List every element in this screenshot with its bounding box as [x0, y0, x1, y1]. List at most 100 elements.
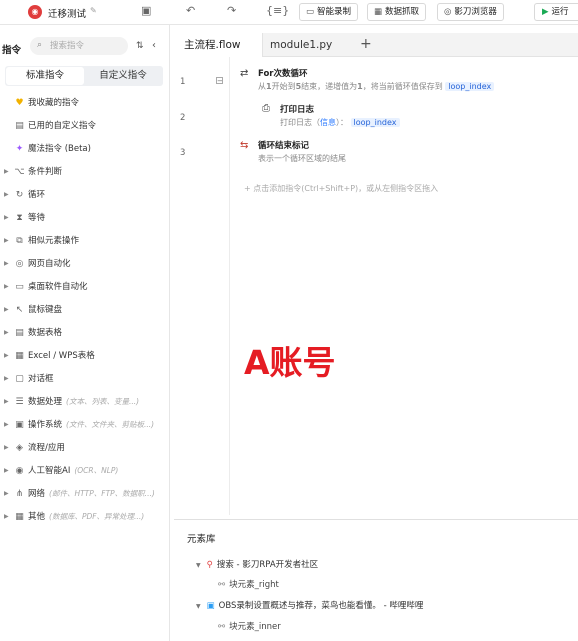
app-logo-icon: ◉: [28, 5, 42, 19]
sidebar-item-similar-elements[interactable]: ▶ ⧉ 相似元素操作: [0, 231, 168, 251]
sidebar-item-mouse-keyboard[interactable]: ▶ ↖ 鼠标键盘: [0, 300, 168, 320]
add-tab-icon[interactable]: +: [360, 36, 372, 52]
undo-icon[interactable]: ↶: [186, 4, 195, 17]
sidebar-item-excel[interactable]: ▶ ▦ Excel / WPS表格: [0, 346, 168, 366]
browser-button[interactable]: ◎ 影刀浏览器: [437, 3, 504, 21]
printer-icon: ⎙: [262, 103, 270, 114]
sidebar-item-ai[interactable]: ▶ ◉ 人工智能AI (OCR、NLP): [0, 461, 168, 481]
sidebar-item-wait[interactable]: ▶ ⧗ 等待: [0, 208, 168, 228]
tab-standard-commands[interactable]: 标准指令: [6, 67, 84, 85]
element-icon: ⚯: [218, 622, 226, 632]
expand-arrow-icon: ▶: [4, 352, 9, 359]
collapse-sidebar-icon[interactable]: ‹: [152, 40, 156, 51]
element-item[interactable]: ⚯ 块元素_inner: [218, 620, 281, 632]
log-node-desc[interactable]: 打印日志（信息）： loop_index: [280, 117, 400, 128]
pin-icon: ⚲: [206, 560, 213, 570]
variables-icon[interactable]: {≡}: [266, 4, 289, 17]
excel-icon: ▦: [15, 351, 24, 361]
search-input[interactable]: [50, 39, 122, 52]
add-command-hint[interactable]: + 点击添加指令(Ctrl+Shift+P)，或从左侧指令区拖入: [244, 183, 438, 194]
sidebar-item-used-custom[interactable]: ▤ 已用的自定义指令: [0, 116, 168, 136]
sidebar-item-web-automation[interactable]: ▶ ◎ 网页自动化: [0, 254, 168, 274]
loop-end-node-desc[interactable]: 表示一个循环区域的结尾: [258, 153, 346, 164]
loop-icon: ⇄: [240, 68, 249, 79]
expand-arrow-icon: ▶: [4, 260, 9, 267]
run-button[interactable]: ▶ 运行: [534, 3, 578, 21]
calendar-icon: ▤: [15, 121, 24, 131]
redo-icon[interactable]: ↷: [227, 4, 236, 17]
share-icon: ⋔: [15, 489, 24, 499]
expand-arrow-icon: ▶: [4, 513, 9, 520]
editor-tabs: 主流程.flow module1.py +: [174, 33, 578, 57]
expand-arrow-icon: ▶: [4, 191, 9, 198]
sidebar-item-dialog[interactable]: ▶ ▢ 对话框: [0, 369, 168, 389]
fold-toggle-icon[interactable]: −: [216, 77, 223, 85]
sidebar-item-desktop-automation[interactable]: ▶ ▭ 桌面软件自动化: [0, 277, 168, 297]
expand-arrow-icon: ▶: [4, 237, 9, 244]
expand-arrow-icon: ▶: [4, 421, 9, 428]
sidebar-item-magic[interactable]: ✦ 魔法指令 (Beta): [0, 139, 168, 159]
expand-arrow-icon: ▶: [4, 375, 9, 382]
edit-title-icon[interactable]: ✎: [90, 6, 97, 15]
sidebar-title: 指令: [2, 45, 22, 56]
line-number: 2: [180, 113, 186, 123]
command-tabs: 标准指令 自定义指令: [5, 66, 163, 86]
folder-icon: ▣: [15, 420, 24, 430]
save-icon[interactable]: ▣: [141, 4, 151, 17]
data-capture-button[interactable]: ▦ 数据抓取: [367, 3, 427, 21]
loop-end-node-title[interactable]: 循环结束标记: [258, 139, 309, 151]
expand-arrow-icon: ▶: [4, 306, 9, 313]
element-library-panel: 元素库 ▼ ⚲ 搜索 - 影刀RPA开发者社区 ⚯ 块元素_right ▼ ▣ OBS录制…: [174, 519, 578, 641]
globe-icon: ◎: [15, 259, 24, 269]
chevron-down-icon: ▼: [196, 562, 201, 569]
line-number: 3: [180, 148, 186, 158]
dialog-icon: ▢: [15, 374, 24, 384]
chevron-down-icon: ▼: [196, 603, 201, 610]
tab-module1[interactable]: module1.py: [260, 33, 342, 57]
search-icon: ⌕: [37, 40, 43, 50]
sidebar-item-data-processing[interactable]: ▶ ☰ 数据处理 (文本、列表、变量...): [0, 392, 168, 412]
tab-custom-commands[interactable]: 自定义指令: [84, 67, 162, 85]
element-group[interactable]: ▼ ▣ OBS录制设置概述与推荐，菜鸟也能看懂。 - 哔哩哔哩: [196, 599, 423, 611]
loop-icon: ↻: [15, 190, 24, 200]
sidebar-item-favorites[interactable]: ♥ 我收藏的指令: [0, 93, 168, 113]
sidebar-item-data-table[interactable]: ▶ ▤ 数据表格: [0, 323, 168, 343]
variable-chip: loop_index: [350, 118, 400, 127]
expand-arrow-icon: ▶: [4, 398, 9, 405]
smart-record-button[interactable]: ▭ 智能录制: [299, 3, 359, 21]
sidebar-item-loop[interactable]: ▶ ↻ 循环: [0, 185, 168, 205]
database-icon: ☰: [15, 397, 24, 407]
tab-main-flow[interactable]: 主流程.flow: [174, 33, 263, 57]
variable-chip: loop_index: [445, 82, 495, 91]
expand-arrow-icon: ▶: [4, 329, 9, 336]
expand-arrow-icon: ▶: [4, 214, 9, 221]
sidebar-item-os[interactable]: ▶ ▣ 操作系统 (文件、文件夹、剪贴板...): [0, 415, 168, 435]
command-search[interactable]: ⌕: [30, 37, 128, 55]
element-library-title: 元素库: [187, 534, 216, 545]
sidebar-item-network[interactable]: ▶ ⋔ 网络 (邮件、HTTP、FTP、数据职...): [0, 484, 168, 504]
expand-arrow-icon: ▶: [4, 490, 9, 497]
monitor-icon: ▭: [15, 282, 24, 292]
location-pin-icon: ◉: [15, 466, 24, 476]
copy-icon: ⧉: [16, 236, 23, 246]
element-group[interactable]: ▼ ⚲ 搜索 - 影刀RPA开发者社区: [196, 558, 318, 570]
record-icon: ▭: [306, 7, 315, 17]
element-item[interactable]: ⚯ 块元素_right: [218, 578, 279, 590]
line-number: 1: [180, 77, 186, 87]
sidebar-item-flow-app[interactable]: ▶ ◈ 流程/应用: [0, 438, 168, 458]
expand-arrow-icon: ▶: [4, 168, 9, 175]
sidebar-item-condition[interactable]: ▶ ⌥ 条件判断: [0, 162, 168, 182]
flow-editor: 主流程.flow module1.py + 1 − 2 3 ⇄ For次数循环 …: [174, 33, 578, 515]
loop-node-desc[interactable]: 从1开始到5结束，递增值为1，将当前循环值保存到 loop_index: [258, 81, 495, 92]
sort-icon[interactable]: ⇅: [136, 41, 144, 51]
top-toolbar: ◉ 迁移测试 ✎ ▣ ↶ ↷ {≡} ▭ 智能录制 ▦ 数据抓取 ◎ 影刀浏览器 ▶ 运…: [0, 0, 578, 25]
loop-end-icon: ⇆: [240, 140, 249, 151]
app-title: 迁移测试: [48, 9, 87, 20]
grid-icon: ▦: [15, 512, 24, 522]
heart-icon: ♥: [15, 98, 24, 108]
log-node-title[interactable]: 打印日志: [280, 103, 314, 115]
sidebar-item-other[interactable]: ▶ ▦ 其他 (数据库、PDF、异常处理...): [0, 507, 168, 527]
sheet-icon: ▤: [15, 328, 24, 338]
expand-arrow-icon: ▶: [4, 283, 9, 290]
loop-node-title[interactable]: For次数循环: [258, 67, 308, 79]
